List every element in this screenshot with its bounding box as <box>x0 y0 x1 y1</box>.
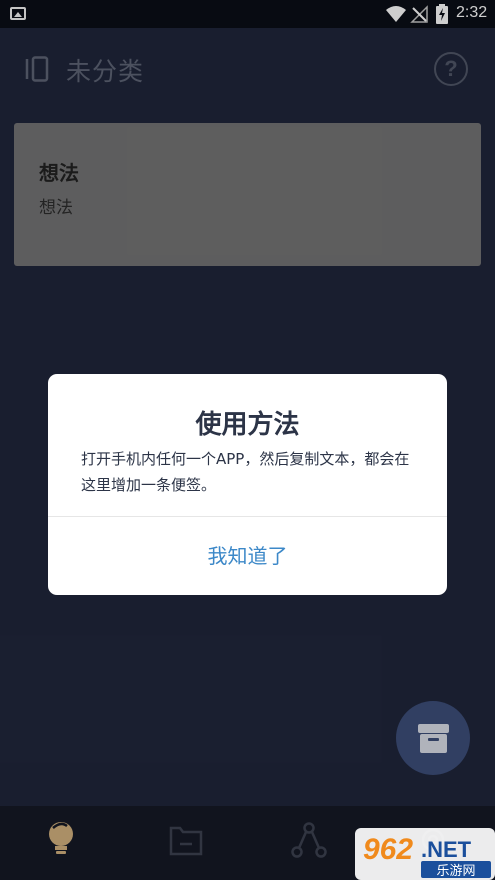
dialog-message: 打开手机内任何一个APP，然后复制文本，都会在这里增加一条便签。 <box>81 450 410 494</box>
got-it-button[interactable]: 我知道了 <box>48 517 447 595</box>
watermark-domain: .NET <box>421 837 472 862</box>
watermark-logo: 962 .NET 乐游网 <box>355 828 495 880</box>
watermark-tagline: 乐游网 <box>436 864 475 879</box>
usage-dialog: 使用方法 打开手机内任何一个APP，然后复制文本，都会在这里增加一条便签。 我知… <box>48 374 447 595</box>
watermark-number: 962 <box>363 833 413 866</box>
dialog-title: 使用方法 <box>195 410 300 440</box>
